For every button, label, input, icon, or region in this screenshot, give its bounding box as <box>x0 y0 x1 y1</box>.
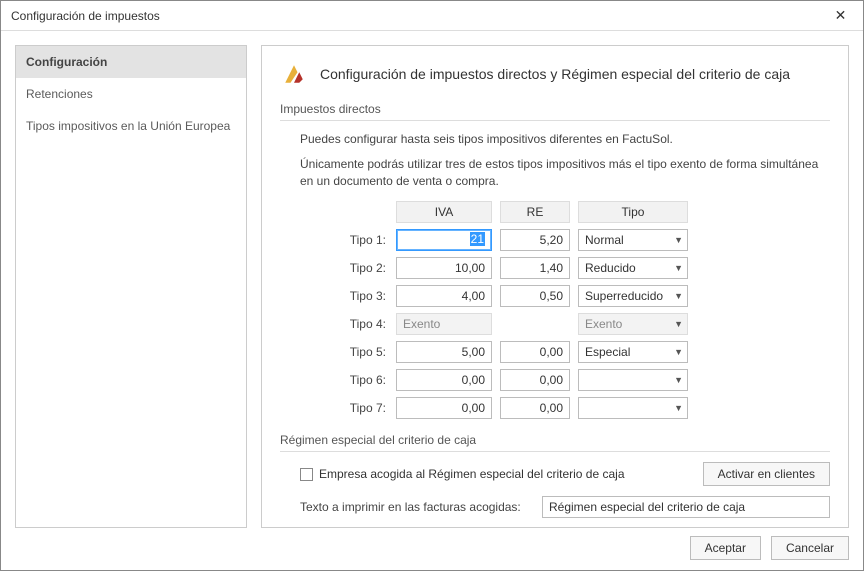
desc-2: Únicamente podrás utilizar tres de estos… <box>300 156 830 190</box>
col-header-iva: IVA <box>396 201 492 223</box>
texto-row: Texto a imprimir en las facturas acogida… <box>300 496 830 518</box>
tipo-select[interactable]: Normal ▼ <box>578 229 688 251</box>
main-header: Configuración de impuestos directos y Ré… <box>280 60 830 88</box>
tax-table: IVA RE Tipo Tipo 1: 21 Normal ▼ Tipo 2: <box>320 199 830 421</box>
tipo-select[interactable]: Superreducido ▼ <box>578 285 688 307</box>
re-input[interactable] <box>500 257 570 279</box>
sidebar-item-label: Configuración <box>26 55 107 69</box>
re-input[interactable] <box>500 369 570 391</box>
tipo-select[interactable]: ▼ <box>578 369 688 391</box>
chevron-down-icon: ▼ <box>674 291 683 301</box>
table-row: Tipo 7: ▼ <box>320 395 830 421</box>
checkbox-empresa-acogida[interactable] <box>300 468 313 481</box>
chevron-down-icon: ▼ <box>674 403 683 413</box>
window-title: Configuración de impuestos <box>11 9 160 23</box>
dialog-footer: Aceptar Cancelar <box>1 528 863 568</box>
row-label: Tipo 1: <box>320 233 396 247</box>
re-input[interactable] <box>500 229 570 251</box>
table-row: Tipo 3: Superreducido ▼ <box>320 283 830 309</box>
iva-input[interactable] <box>396 341 492 363</box>
row-label: Tipo 7: <box>320 401 396 415</box>
table-row: Tipo 1: 21 Normal ▼ <box>320 227 830 253</box>
tipo-select[interactable]: ▼ <box>578 397 688 419</box>
sidebar: Configuración Retenciones Tipos impositi… <box>15 45 247 528</box>
col-header-tipo: Tipo <box>578 201 688 223</box>
chevron-down-icon: ▼ <box>674 263 683 273</box>
page-title: Configuración de impuestos directos y Ré… <box>320 66 790 82</box>
iva-input[interactable] <box>396 285 492 307</box>
section-regimen-label: Régimen especial del criterio de caja <box>280 433 830 452</box>
sidebar-item-label: Tipos impositivos en la Unión Europea <box>26 119 230 133</box>
sidebar-item-retenciones[interactable]: Retenciones <box>16 78 246 110</box>
close-icon[interactable]: ✕ <box>818 1 863 31</box>
table-row: Tipo 5: Especial ▼ <box>320 339 830 365</box>
tipo-value: Exento <box>585 317 622 331</box>
iva-input[interactable] <box>396 229 492 251</box>
tipo-value: Normal <box>585 233 624 247</box>
iva-input[interactable] <box>396 369 492 391</box>
ok-button[interactable]: Aceptar <box>690 536 761 560</box>
tipo-value: Especial <box>585 345 630 359</box>
row-label: Tipo 5: <box>320 345 396 359</box>
titlebar: Configuración de impuestos ✕ <box>1 1 863 31</box>
re-input[interactable] <box>500 397 570 419</box>
chevron-down-icon: ▼ <box>674 235 683 245</box>
sidebar-item-configuracion[interactable]: Configuración <box>16 46 246 78</box>
checkbox-label: Empresa acogida al Régimen especial del … <box>319 467 625 481</box>
texto-label: Texto a imprimir en las facturas acogida… <box>300 500 530 514</box>
iva-input <box>396 313 492 335</box>
row-label: Tipo 4: <box>320 317 396 331</box>
section-impuestos-label: Impuestos directos <box>280 102 830 121</box>
tax-logo-icon <box>280 60 308 88</box>
iva-input[interactable] <box>396 257 492 279</box>
sidebar-item-label: Retenciones <box>26 87 93 101</box>
row-label: Tipo 2: <box>320 261 396 275</box>
tipo-select[interactable]: Especial ▼ <box>578 341 688 363</box>
chevron-down-icon: ▼ <box>674 347 683 357</box>
checkbox-row: Empresa acogida al Régimen especial del … <box>300 462 830 486</box>
section-regimen: Régimen especial del criterio de caja Em… <box>280 433 830 518</box>
table-row: Tipo 4: Exento ▼ <box>320 311 830 337</box>
row-label: Tipo 6: <box>320 373 396 387</box>
tipo-value: Reducido <box>585 261 636 275</box>
table-row: Tipo 6: ▼ <box>320 367 830 393</box>
tipo-select[interactable]: Reducido ▼ <box>578 257 688 279</box>
re-input[interactable] <box>500 341 570 363</box>
tipo-select: Exento ▼ <box>578 313 688 335</box>
tipo-value: Superreducido <box>585 289 663 303</box>
table-row: Tipo 2: Reducido ▼ <box>320 255 830 281</box>
chevron-down-icon: ▼ <box>674 319 683 329</box>
texto-input[interactable] <box>542 496 830 518</box>
desc-1: Puedes configurar hasta seis tipos impos… <box>300 131 830 148</box>
table-header-row: IVA RE Tipo <box>320 199 830 225</box>
iva-input[interactable] <box>396 397 492 419</box>
col-header-re: RE <box>500 201 570 223</box>
cancel-button[interactable]: Cancelar <box>771 536 849 560</box>
main-panel: Configuración de impuestos directos y Ré… <box>261 45 849 528</box>
row-label: Tipo 3: <box>320 289 396 303</box>
activar-clientes-button[interactable]: Activar en clientes <box>703 462 830 486</box>
chevron-down-icon: ▼ <box>674 375 683 385</box>
re-input[interactable] <box>500 285 570 307</box>
sidebar-item-tipos-ue[interactable]: Tipos impositivos en la Unión Europea <box>16 110 246 142</box>
dialog-body: Configuración Retenciones Tipos impositi… <box>1 31 863 528</box>
